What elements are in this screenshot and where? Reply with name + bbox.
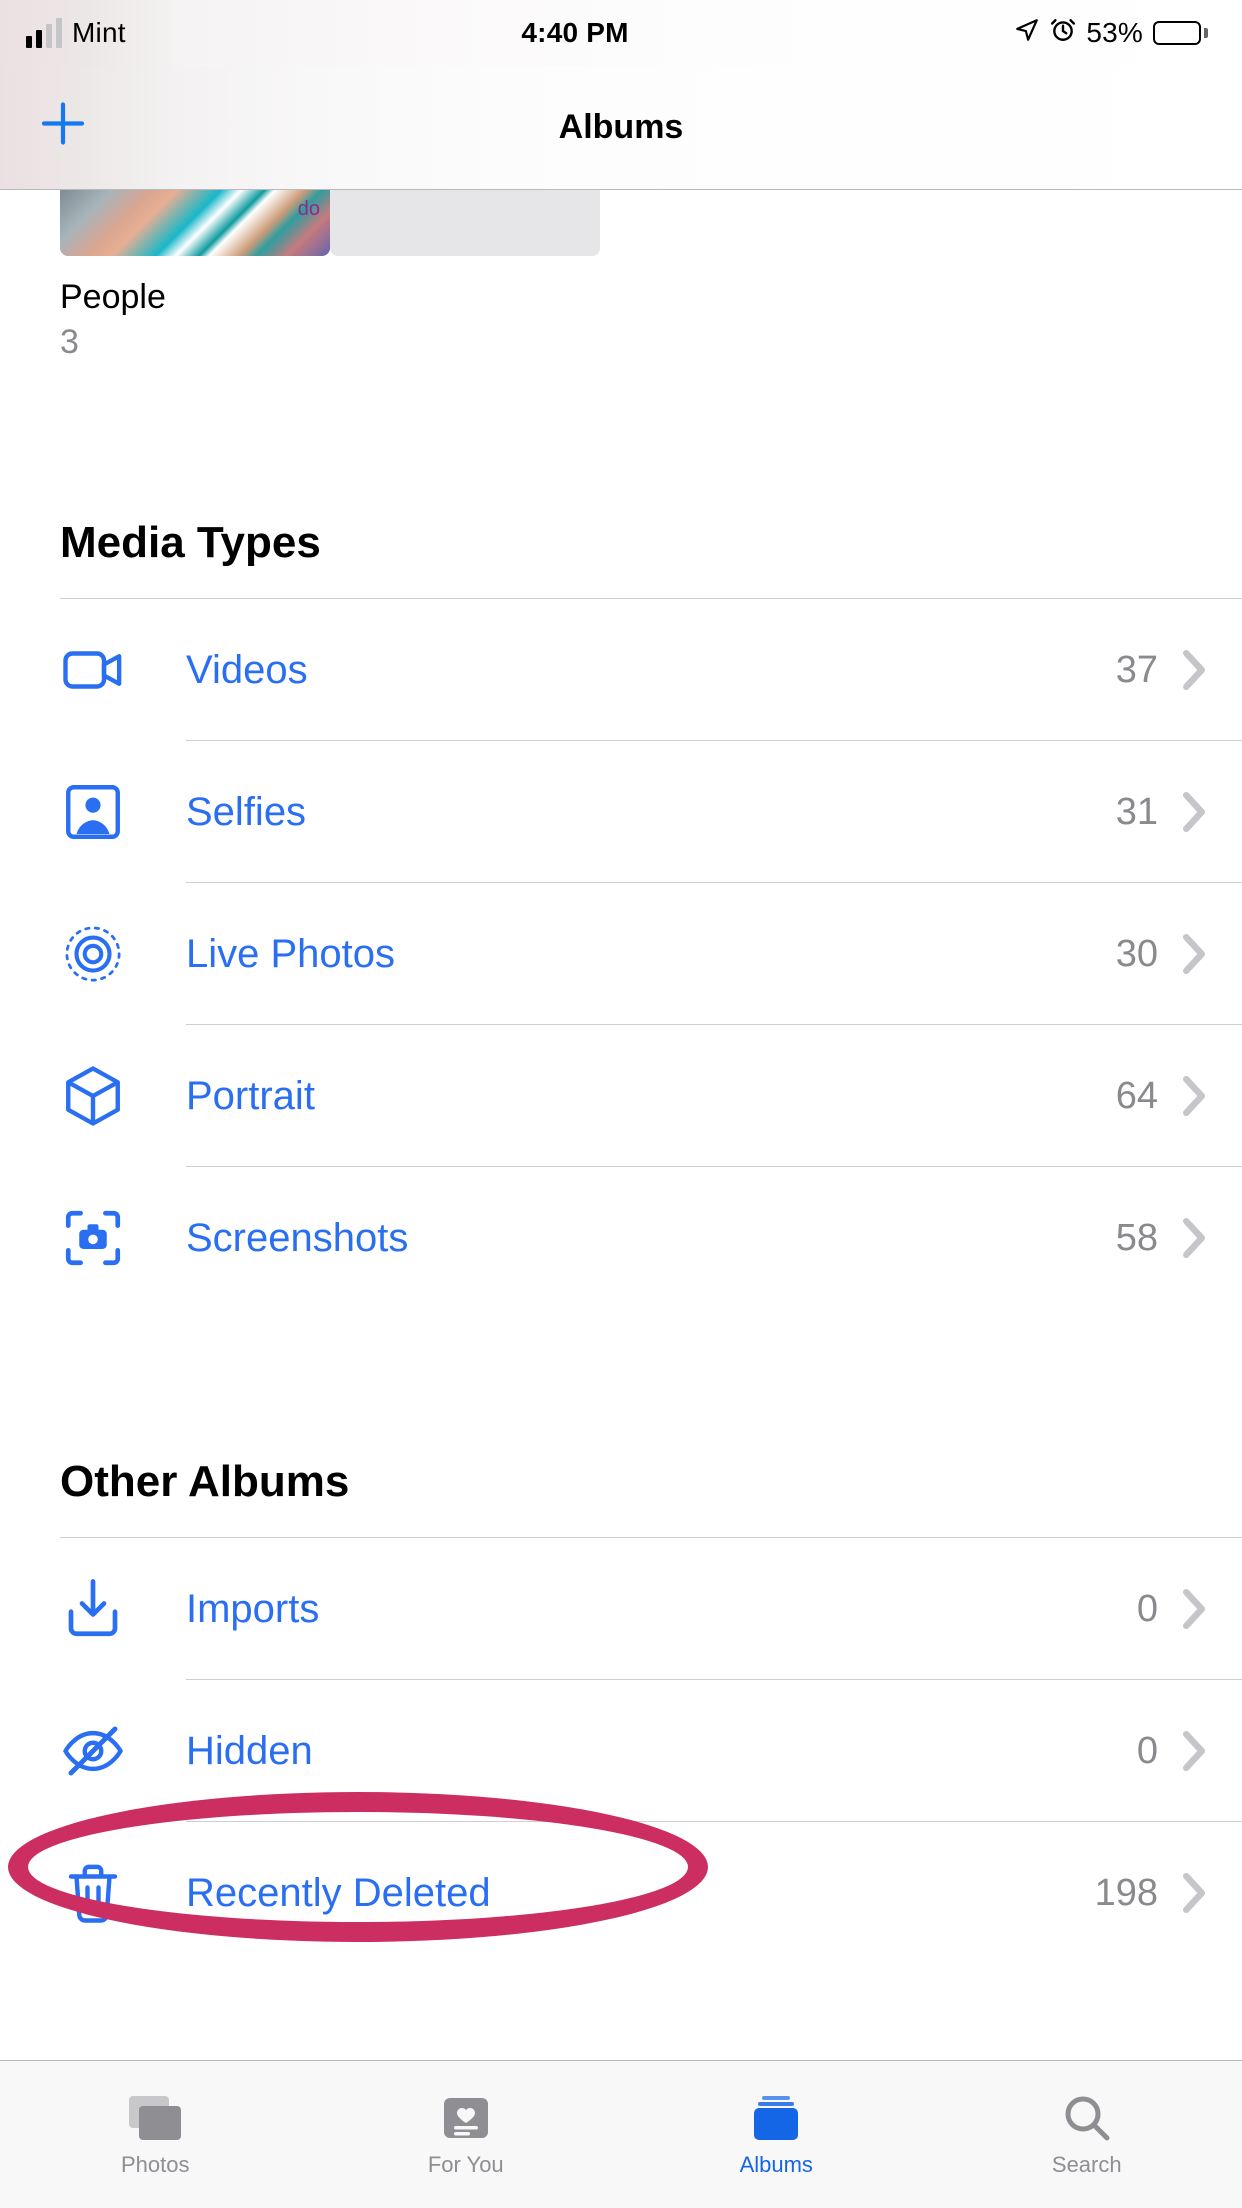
video-icon	[60, 637, 126, 703]
section-title-other-albums: Other Albums	[0, 1457, 1242, 1507]
search-tab-icon	[1057, 2092, 1117, 2144]
hidden-icon	[60, 1718, 126, 1784]
location-icon	[1014, 17, 1040, 50]
page-title: Albums	[559, 108, 684, 147]
tab-photos[interactable]: Photos	[0, 2061, 311, 2208]
row-count: 37	[1116, 649, 1158, 692]
row-label: Hidden	[186, 1729, 1137, 1774]
tab-label: Search	[1052, 2152, 1122, 2178]
row-recently-deleted[interactable]: Recently Deleted 198	[0, 1822, 1242, 1964]
tab-label: For You	[428, 2152, 504, 2178]
row-label: Screenshots	[186, 1216, 1116, 1261]
tab-label: Photos	[121, 2152, 190, 2178]
for-you-tab-icon	[436, 2092, 496, 2144]
tab-label: Albums	[740, 2152, 813, 2178]
row-portrait[interactable]: Portrait 64	[0, 1025, 1242, 1167]
row-screenshots[interactable]: Screenshots 58	[0, 1167, 1242, 1309]
row-selfies[interactable]: Selfies 31	[0, 741, 1242, 883]
albums-tab-icon	[746, 2092, 806, 2144]
trash-icon	[60, 1860, 126, 1926]
chevron-right-icon	[1180, 1074, 1208, 1118]
people-thumbnail	[60, 190, 330, 256]
nav-bar: Albums	[0, 66, 1242, 190]
chevron-right-icon	[1180, 1587, 1208, 1631]
row-count: 31	[1116, 791, 1158, 834]
row-label: Selfies	[186, 790, 1116, 835]
content-area[interactable]: People 3 Media Types Videos 37 Selfies 3…	[0, 190, 1242, 2060]
tab-albums[interactable]: Albums	[621, 2061, 932, 2208]
row-count: 58	[1116, 1217, 1158, 1260]
people-thumbnail-empty	[330, 190, 600, 256]
cellular-signal-icon	[26, 18, 62, 48]
row-label: Recently Deleted	[186, 1871, 1095, 1916]
tab-for-you[interactable]: For You	[311, 2061, 622, 2208]
battery-percent: 53%	[1086, 17, 1143, 49]
row-label: Portrait	[186, 1074, 1116, 1119]
chevron-right-icon	[1180, 790, 1208, 834]
row-count: 64	[1116, 1075, 1158, 1118]
row-label: Imports	[186, 1587, 1137, 1632]
carrier-label: Mint	[72, 17, 126, 49]
photos-tab-icon	[125, 2092, 185, 2144]
row-count: 198	[1095, 1872, 1158, 1915]
chevron-right-icon	[1180, 1871, 1208, 1915]
live-photos-icon	[60, 921, 126, 987]
alarm-icon	[1050, 17, 1076, 50]
section-title-media-types: Media Types	[0, 518, 1242, 568]
chevron-right-icon	[1180, 932, 1208, 976]
row-label: Live Photos	[186, 932, 1116, 977]
import-icon	[60, 1576, 126, 1642]
chevron-right-icon	[1180, 1729, 1208, 1773]
status-bar: Mint 4:40 PM 53%	[0, 0, 1242, 66]
row-count: 0	[1137, 1730, 1158, 1773]
screenshot-icon	[60, 1205, 126, 1271]
row-imports[interactable]: Imports 0	[0, 1538, 1242, 1680]
add-album-button[interactable]	[38, 98, 88, 157]
tab-search[interactable]: Search	[932, 2061, 1242, 2208]
selfie-icon	[60, 779, 126, 845]
chevron-right-icon	[1180, 1216, 1208, 1260]
row-label: Videos	[186, 648, 1116, 693]
row-hidden[interactable]: Hidden 0	[0, 1680, 1242, 1822]
status-time: 4:40 PM	[521, 17, 628, 49]
tab-bar: Photos For You Albums Search	[0, 2060, 1242, 2208]
album-people-label: People	[60, 278, 1242, 317]
album-people-count: 3	[60, 323, 1242, 362]
chevron-right-icon	[1180, 648, 1208, 692]
row-videos[interactable]: Videos 37	[0, 599, 1242, 741]
row-live-photos[interactable]: Live Photos 30	[0, 883, 1242, 1025]
row-count: 30	[1116, 933, 1158, 976]
album-people[interactable]: People 3	[0, 190, 1242, 362]
row-count: 0	[1137, 1588, 1158, 1631]
portrait-icon	[60, 1063, 126, 1129]
battery-icon	[1153, 21, 1208, 45]
